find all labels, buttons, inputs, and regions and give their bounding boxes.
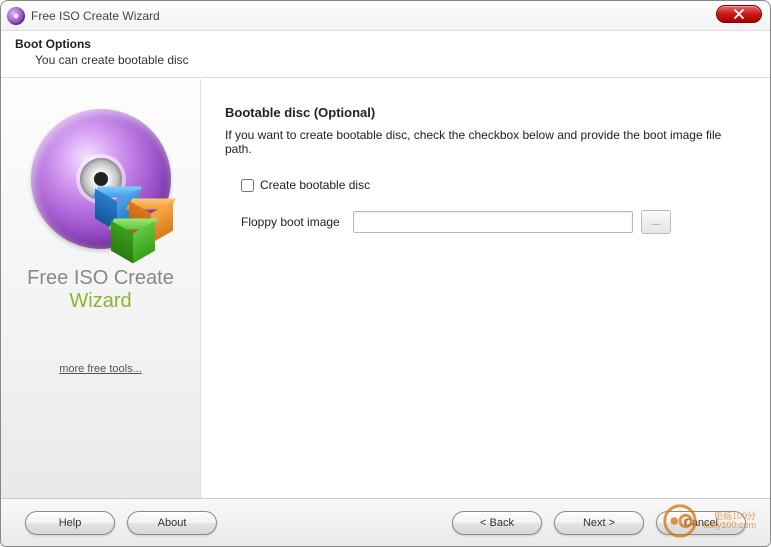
close-button[interactable] — [716, 5, 762, 23]
section-description: If you want to create bootable disc, che… — [225, 128, 746, 156]
floppy-image-label: Floppy boot image — [241, 215, 345, 229]
window-title: Free ISO Create Wizard — [31, 9, 160, 23]
page-subtitle: You can create bootable disc — [35, 53, 756, 67]
create-bootable-checkbox[interactable] — [241, 179, 254, 192]
product-name-line1: Free ISO Create — [27, 267, 174, 290]
product-name: Free ISO Create Wizard — [27, 267, 174, 313]
product-logo — [31, 109, 171, 249]
floppy-image-input[interactable] — [353, 211, 633, 233]
close-icon — [734, 9, 744, 19]
titlebar: Free ISO Create Wizard — [1, 1, 770, 31]
footer: Help About < Back Next > Cancel 电脑100分 d… — [1, 498, 770, 546]
app-window: Free ISO Create Wizard Boot Options You … — [0, 0, 771, 547]
cancel-button[interactable]: Cancel — [656, 511, 746, 535]
page-header: Boot Options You can create bootable dis… — [1, 31, 770, 78]
sidebar: Free ISO Create Wizard more free tools..… — [1, 79, 201, 498]
browse-button[interactable]: ... — [641, 210, 671, 234]
back-button[interactable]: < Back — [452, 511, 542, 535]
page-title: Boot Options — [15, 37, 756, 51]
product-name-line2: Wizard — [27, 290, 174, 313]
section-title: Bootable disc (Optional) — [225, 105, 746, 120]
more-tools-link[interactable]: more free tools... — [59, 363, 142, 375]
help-button[interactable]: Help — [25, 511, 115, 535]
app-icon — [7, 7, 25, 25]
cube-icon — [111, 219, 155, 263]
form: Create bootable disc Floppy boot image .… — [241, 178, 746, 234]
main-panel: Bootable disc (Optional) If you want to … — [201, 79, 770, 498]
next-button[interactable]: Next > — [554, 511, 644, 535]
body: Free ISO Create Wizard more free tools..… — [1, 78, 770, 498]
about-button[interactable]: About — [127, 511, 217, 535]
create-bootable-label[interactable]: Create bootable disc — [260, 178, 370, 192]
